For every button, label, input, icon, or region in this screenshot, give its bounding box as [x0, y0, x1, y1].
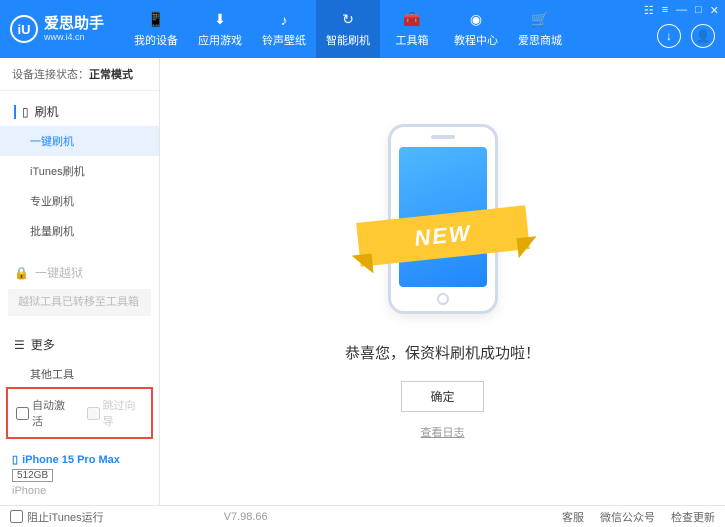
device-status: 设备连接状态：正常模式 [0, 58, 159, 91]
main-content: NEW 恭喜您，保资料刷机成功啦！ 确定 查看日志 [160, 58, 725, 505]
sidebar-header-flash[interactable]: ▯ 刷机 [0, 97, 159, 126]
jailbreak-note: 越狱工具已转移至工具箱 [8, 289, 151, 316]
footer: 阻止iTunes运行 V7.98.66 客服微信公众号检查更新 [0, 505, 725, 527]
nav-icon: ↻ [339, 11, 357, 29]
footer-link-客服[interactable]: 客服 [562, 509, 584, 525]
app-name: 爱思助手 [44, 16, 104, 33]
nav-icon: 🧰 [403, 11, 421, 29]
block-itunes-checkbox[interactable]: 阻止iTunes运行 [10, 509, 104, 525]
win-control[interactable]: — [676, 4, 687, 17]
menu-icon: ☰ [14, 338, 25, 352]
win-control[interactable]: □ [695, 4, 702, 17]
nav-我的设备[interactable]: 📱我的设备 [124, 0, 188, 58]
nav-icon: 📱 [147, 11, 165, 29]
device-info: ▯ iPhone 15 Pro Max 512GB iPhone [0, 445, 159, 505]
app-header: iU 爱思助手 www.i4.cn 📱我的设备⬇应用游戏♪铃声壁纸↻智能刷机🧰工… [0, 0, 725, 58]
success-message: 恭喜您，保资料刷机成功啦！ [345, 342, 540, 363]
phone-icon: ▯ [22, 105, 29, 119]
device-storage: 512GB [12, 469, 53, 482]
nav-icon: ♪ [275, 11, 293, 29]
phone-icon: ▯ [12, 453, 18, 466]
sidebar-header-jailbreak: 🔒 一键越狱 [0, 258, 159, 287]
device-type: iPhone [12, 485, 147, 497]
nav-铃声壁纸[interactable]: ♪铃声壁纸 [252, 0, 316, 58]
nav-爱思商城[interactable]: 🛒爱思商城 [508, 0, 572, 58]
sidebar-header-more[interactable]: ☰ 更多 [0, 330, 159, 359]
nav-教程中心[interactable]: ◉教程中心 [444, 0, 508, 58]
win-control[interactable]: ☷ [644, 4, 654, 17]
sidebar-item-批量刷机[interactable]: 批量刷机 [0, 216, 159, 246]
logo-icon: iU [10, 15, 38, 43]
phone-illustration: NEW [378, 124, 508, 324]
sidebar-item-其他工具[interactable]: 其他工具 [0, 359, 159, 381]
window-controls: ☷ ≡ — □ ✕ [644, 4, 719, 17]
nav-icon: 🛒 [531, 11, 549, 29]
lock-icon: 🔒 [14, 266, 29, 280]
nav-智能刷机[interactable]: ↻智能刷机 [316, 0, 380, 58]
logo: iU 爱思助手 www.i4.cn [10, 15, 104, 43]
device-name[interactable]: ▯ iPhone 15 Pro Max [12, 453, 147, 466]
sidebar-item-专业刷机[interactable]: 专业刷机 [0, 186, 159, 216]
download-icon[interactable]: ↓ [657, 24, 681, 48]
view-log-link[interactable]: 查看日志 [421, 424, 465, 440]
footer-link-检查更新[interactable]: 检查更新 [671, 509, 715, 525]
nav-icon: ◉ [467, 11, 485, 29]
options-box: 自动激活 跳过向导 [6, 387, 153, 439]
sidebar-item-一键刷机[interactable]: 一键刷机 [0, 126, 159, 156]
nav-icon: ⬇ [211, 11, 229, 29]
sidebar-item-iTunes刷机[interactable]: iTunes刷机 [0, 156, 159, 186]
skip-guide-checkbox[interactable]: 跳过向导 [87, 397, 144, 429]
ok-button[interactable]: 确定 [401, 381, 483, 412]
user-icon[interactable]: 👤 [691, 24, 715, 48]
nav-工具箱[interactable]: 🧰工具箱 [380, 0, 444, 58]
auto-activate-checkbox[interactable]: 自动激活 [16, 397, 73, 429]
win-control[interactable]: ✕ [710, 4, 719, 17]
win-control[interactable]: ≡ [662, 4, 668, 17]
sidebar: 设备连接状态：正常模式 ▯ 刷机 一键刷机iTunes刷机专业刷机批量刷机 🔒 … [0, 58, 160, 505]
app-url: www.i4.cn [44, 32, 104, 42]
version-label: V7.98.66 [224, 511, 268, 523]
new-ribbon: NEW [356, 205, 530, 267]
nav-应用游戏[interactable]: ⬇应用游戏 [188, 0, 252, 58]
footer-link-微信公众号[interactable]: 微信公众号 [600, 509, 655, 525]
top-nav: 📱我的设备⬇应用游戏♪铃声壁纸↻智能刷机🧰工具箱◉教程中心🛒爱思商城 [124, 0, 572, 58]
